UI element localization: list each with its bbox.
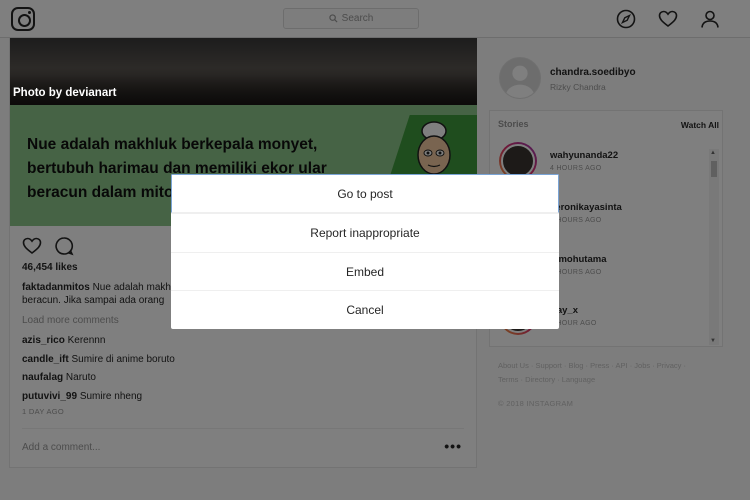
go-to-post-button[interactable]: Go to post	[171, 174, 559, 213]
photo-credit: Photo by devianart	[13, 87, 117, 99]
embed-button[interactable]: Embed	[171, 251, 559, 291]
report-inappropriate-button[interactable]: Report inappropriate	[171, 212, 559, 252]
post-options-dialog: Go to post Report inappropriate Embed Ca…	[171, 174, 559, 329]
cancel-button[interactable]: Cancel	[171, 290, 559, 329]
